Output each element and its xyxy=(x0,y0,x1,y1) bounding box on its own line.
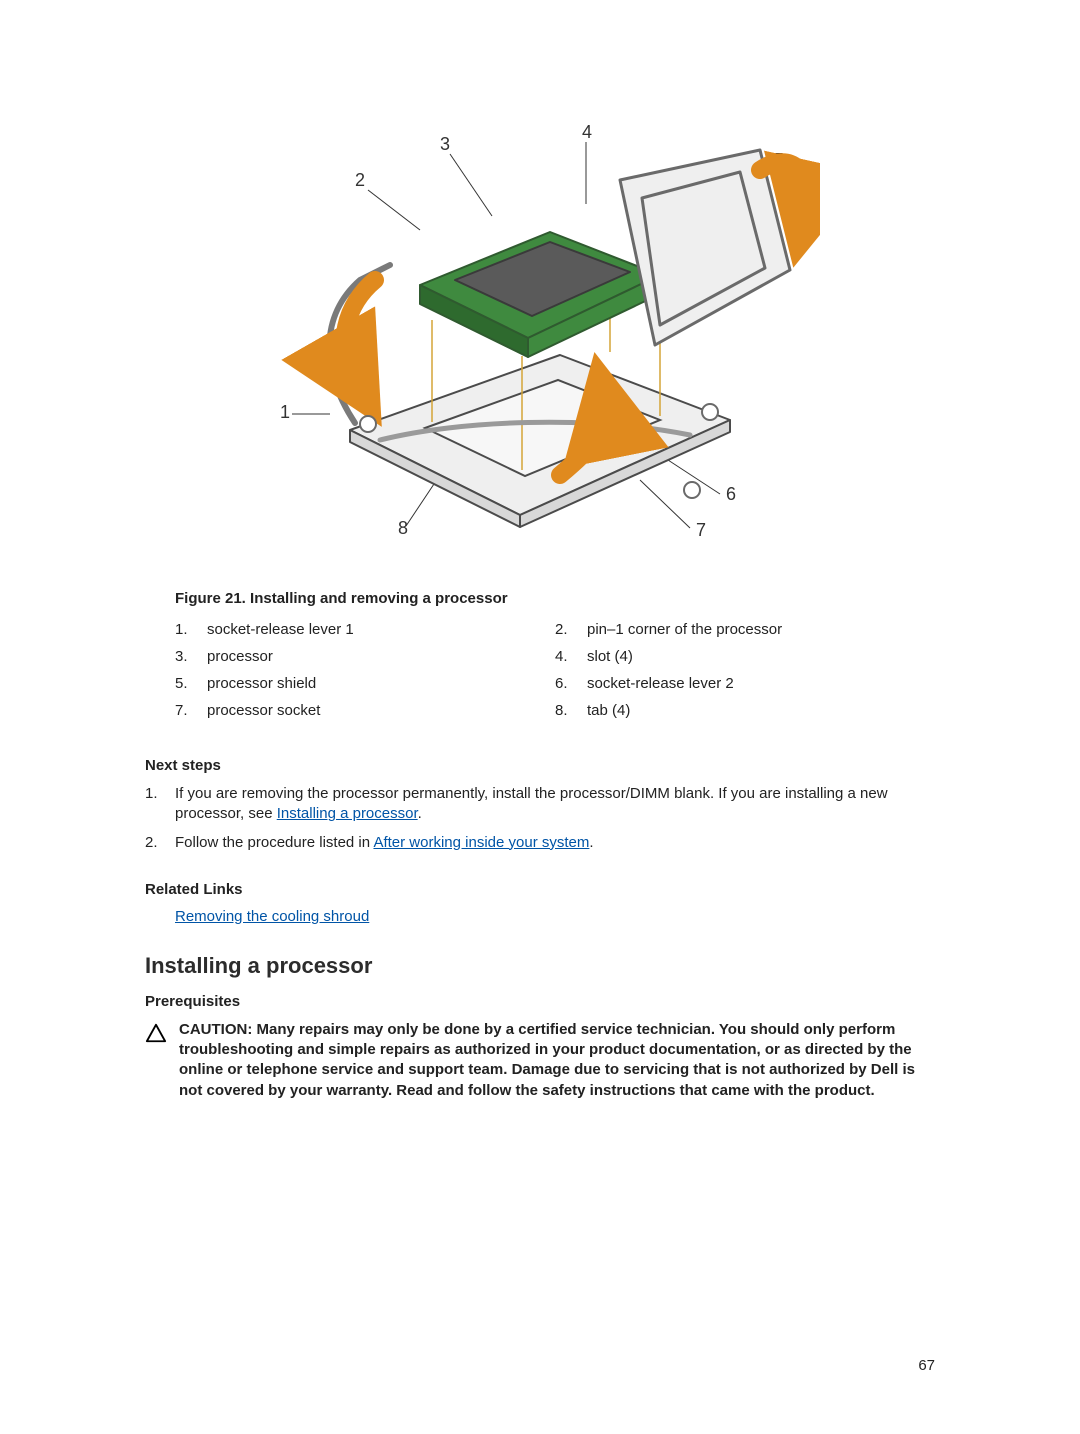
callout-item: 5. processor shield xyxy=(175,675,555,692)
caution-block: CAUTION: Many repairs may only be done b… xyxy=(145,1020,935,1101)
link-removing-the-cooling-shroud[interactable]: Removing the cooling shroud xyxy=(175,908,369,925)
prerequisites-heading: Prerequisites xyxy=(145,993,935,1010)
callout-item: 6. socket-release lever 2 xyxy=(555,675,935,692)
caution-text: CAUTION: Many repairs may only be done b… xyxy=(179,1020,935,1101)
link-after-working-inside-your-system[interactable]: After working inside your system xyxy=(373,834,589,851)
svg-text:4: 4 xyxy=(582,122,592,142)
figure-block: 3 4 2 5 1 6 7 8 xyxy=(145,120,935,560)
related-links-heading: Related Links xyxy=(145,881,935,898)
next-steps-list: 1. If you are removing the processor per… xyxy=(145,784,935,853)
svg-text:1: 1 xyxy=(280,402,290,422)
callout-item: 8. tab (4) xyxy=(555,702,935,719)
callout-item: 7. processor socket xyxy=(175,702,555,719)
related-links-list: Removing the cooling shroud xyxy=(175,908,935,925)
figure-callouts: 1. socket-release lever 1 3. processor 5… xyxy=(175,621,935,729)
svg-text:3: 3 xyxy=(440,134,450,154)
document-page: 3 4 2 5 1 6 7 8 xyxy=(0,0,1080,1434)
caution-icon xyxy=(145,1020,179,1101)
list-item: 1. If you are removing the processor per… xyxy=(145,784,935,825)
svg-text:2: 2 xyxy=(355,170,365,190)
callout-item: 3. processor xyxy=(175,648,555,665)
installing-a-processor-heading: Installing a processor xyxy=(145,953,935,979)
svg-text:8: 8 xyxy=(398,518,408,538)
next-steps-heading: Next steps xyxy=(145,757,935,774)
svg-text:7: 7 xyxy=(696,520,706,540)
list-item: 2. Follow the procedure listed in After … xyxy=(145,833,935,853)
page-number: 67 xyxy=(918,1357,935,1374)
figure-caption: Figure 21. Installing and removing a pro… xyxy=(175,590,935,607)
link-installing-a-processor[interactable]: Installing a processor xyxy=(277,805,418,822)
svg-text:6: 6 xyxy=(726,484,736,504)
callout-item: 2. pin–1 corner of the processor xyxy=(555,621,935,638)
callout-item: 1. socket-release lever 1 xyxy=(175,621,555,638)
callout-item: 4. slot (4) xyxy=(555,648,935,665)
processor-install-diagram: 3 4 2 5 1 6 7 8 xyxy=(260,120,820,555)
